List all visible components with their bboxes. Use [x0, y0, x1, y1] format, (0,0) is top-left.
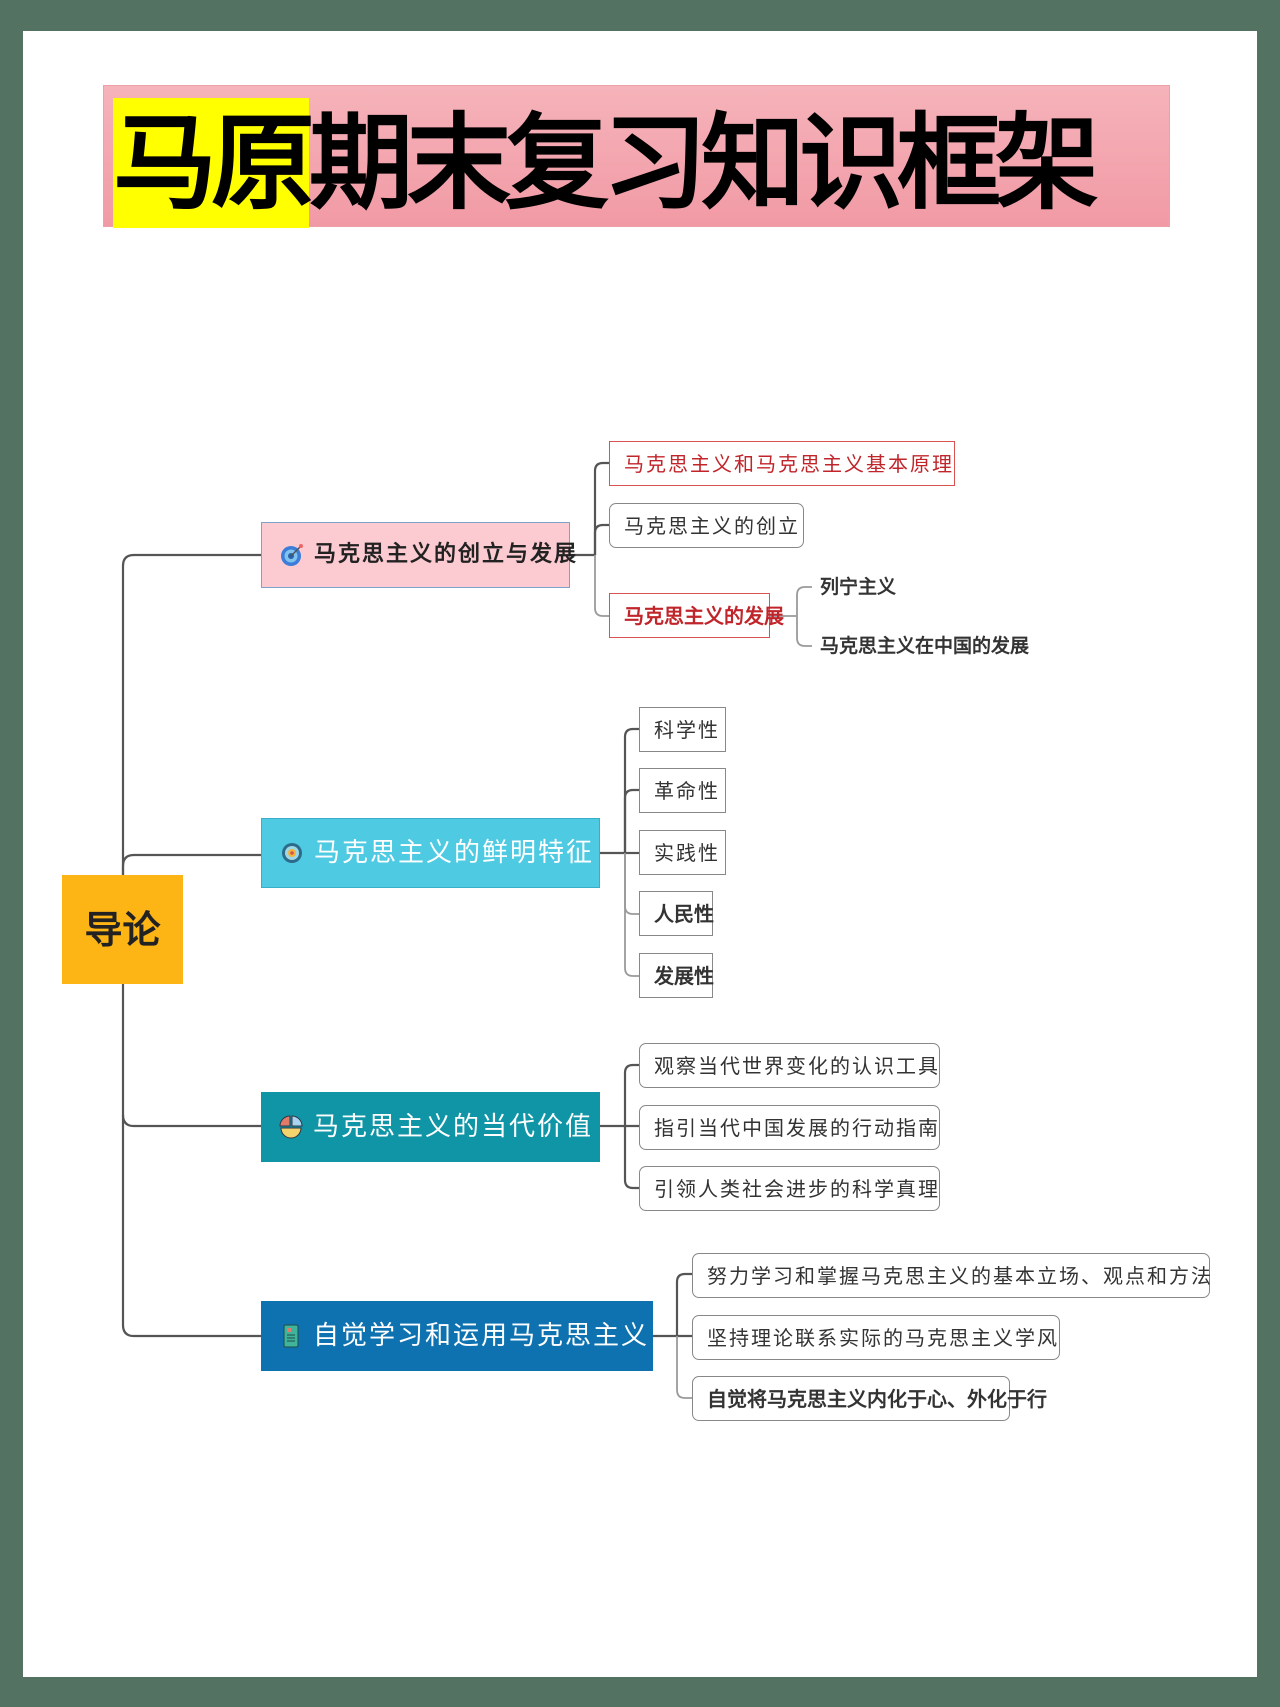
topic-founding[interactable]: 马克思主义的创立: [609, 503, 804, 548]
subtopic-development-in-china[interactable]: 马克思主义在中国的发展: [820, 633, 1029, 659]
feature-revolutionary[interactable]: 革命性: [639, 768, 726, 813]
branch-founding-development[interactable]: 马克思主义的创立与发展: [261, 522, 576, 588]
branch-label: 马克思主义的鲜明特征: [314, 838, 595, 868]
feature-scientific[interactable]: 科学性: [639, 707, 726, 752]
feature-people-oriented[interactable]: 人民性: [639, 891, 714, 936]
target-icon: [281, 544, 303, 566]
branch-label: 马克思主义的当代价值: [313, 1112, 594, 1142]
compass-icon: [282, 843, 302, 863]
feature-developmental[interactable]: 发展性: [639, 953, 714, 998]
value-scientific-truth[interactable]: 引领人类社会进步的科学真理: [639, 1166, 940, 1211]
topic-development[interactable]: 马克思主义的发展: [609, 593, 784, 638]
practice-internalize-externalize[interactable]: 自觉将马克思主义内化于心、外化于行: [692, 1376, 1047, 1421]
topic-basic-principles[interactable]: 马克思主义和马克思主义基本原理: [609, 441, 955, 486]
title-rest: 期末复习知识框架: [309, 102, 1099, 224]
branch-label: 自觉学习和运用马克思主义: [313, 1321, 650, 1351]
book-icon: [283, 1324, 299, 1348]
title-highlight: 马原: [113, 98, 315, 228]
branch-contemporary-value[interactable]: 马克思主义的当代价值: [261, 1092, 600, 1162]
title-banner: 马原 期末复习知识框架: [103, 85, 1170, 228]
pie-chart-icon: [279, 1115, 303, 1139]
value-action-guide[interactable]: 指引当代中国发展的行动指南: [639, 1105, 940, 1150]
branch-label: 马克思主义的创立与发展: [314, 542, 579, 567]
branch-distinctive-features[interactable]: 马克思主义的鲜明特征: [261, 818, 600, 888]
practice-master-stance[interactable]: 努力学习和掌握马克思主义的基本立场、观点和方法: [692, 1253, 1211, 1298]
practice-theory-with-practice[interactable]: 坚持理论联系实际的马克思主义学风: [692, 1315, 1060, 1360]
value-observation-tool[interactable]: 观察当代世界变化的认识工具: [639, 1043, 940, 1088]
page-title: 马原 期末复习知识框架: [113, 98, 1099, 228]
feature-practical[interactable]: 实践性: [639, 830, 726, 875]
branch-study-and-apply[interactable]: 自觉学习和运用马克思主义: [261, 1301, 653, 1371]
subtopic-leninism[interactable]: 列宁主义: [820, 574, 896, 600]
root-node[interactable]: 导论: [62, 875, 183, 984]
